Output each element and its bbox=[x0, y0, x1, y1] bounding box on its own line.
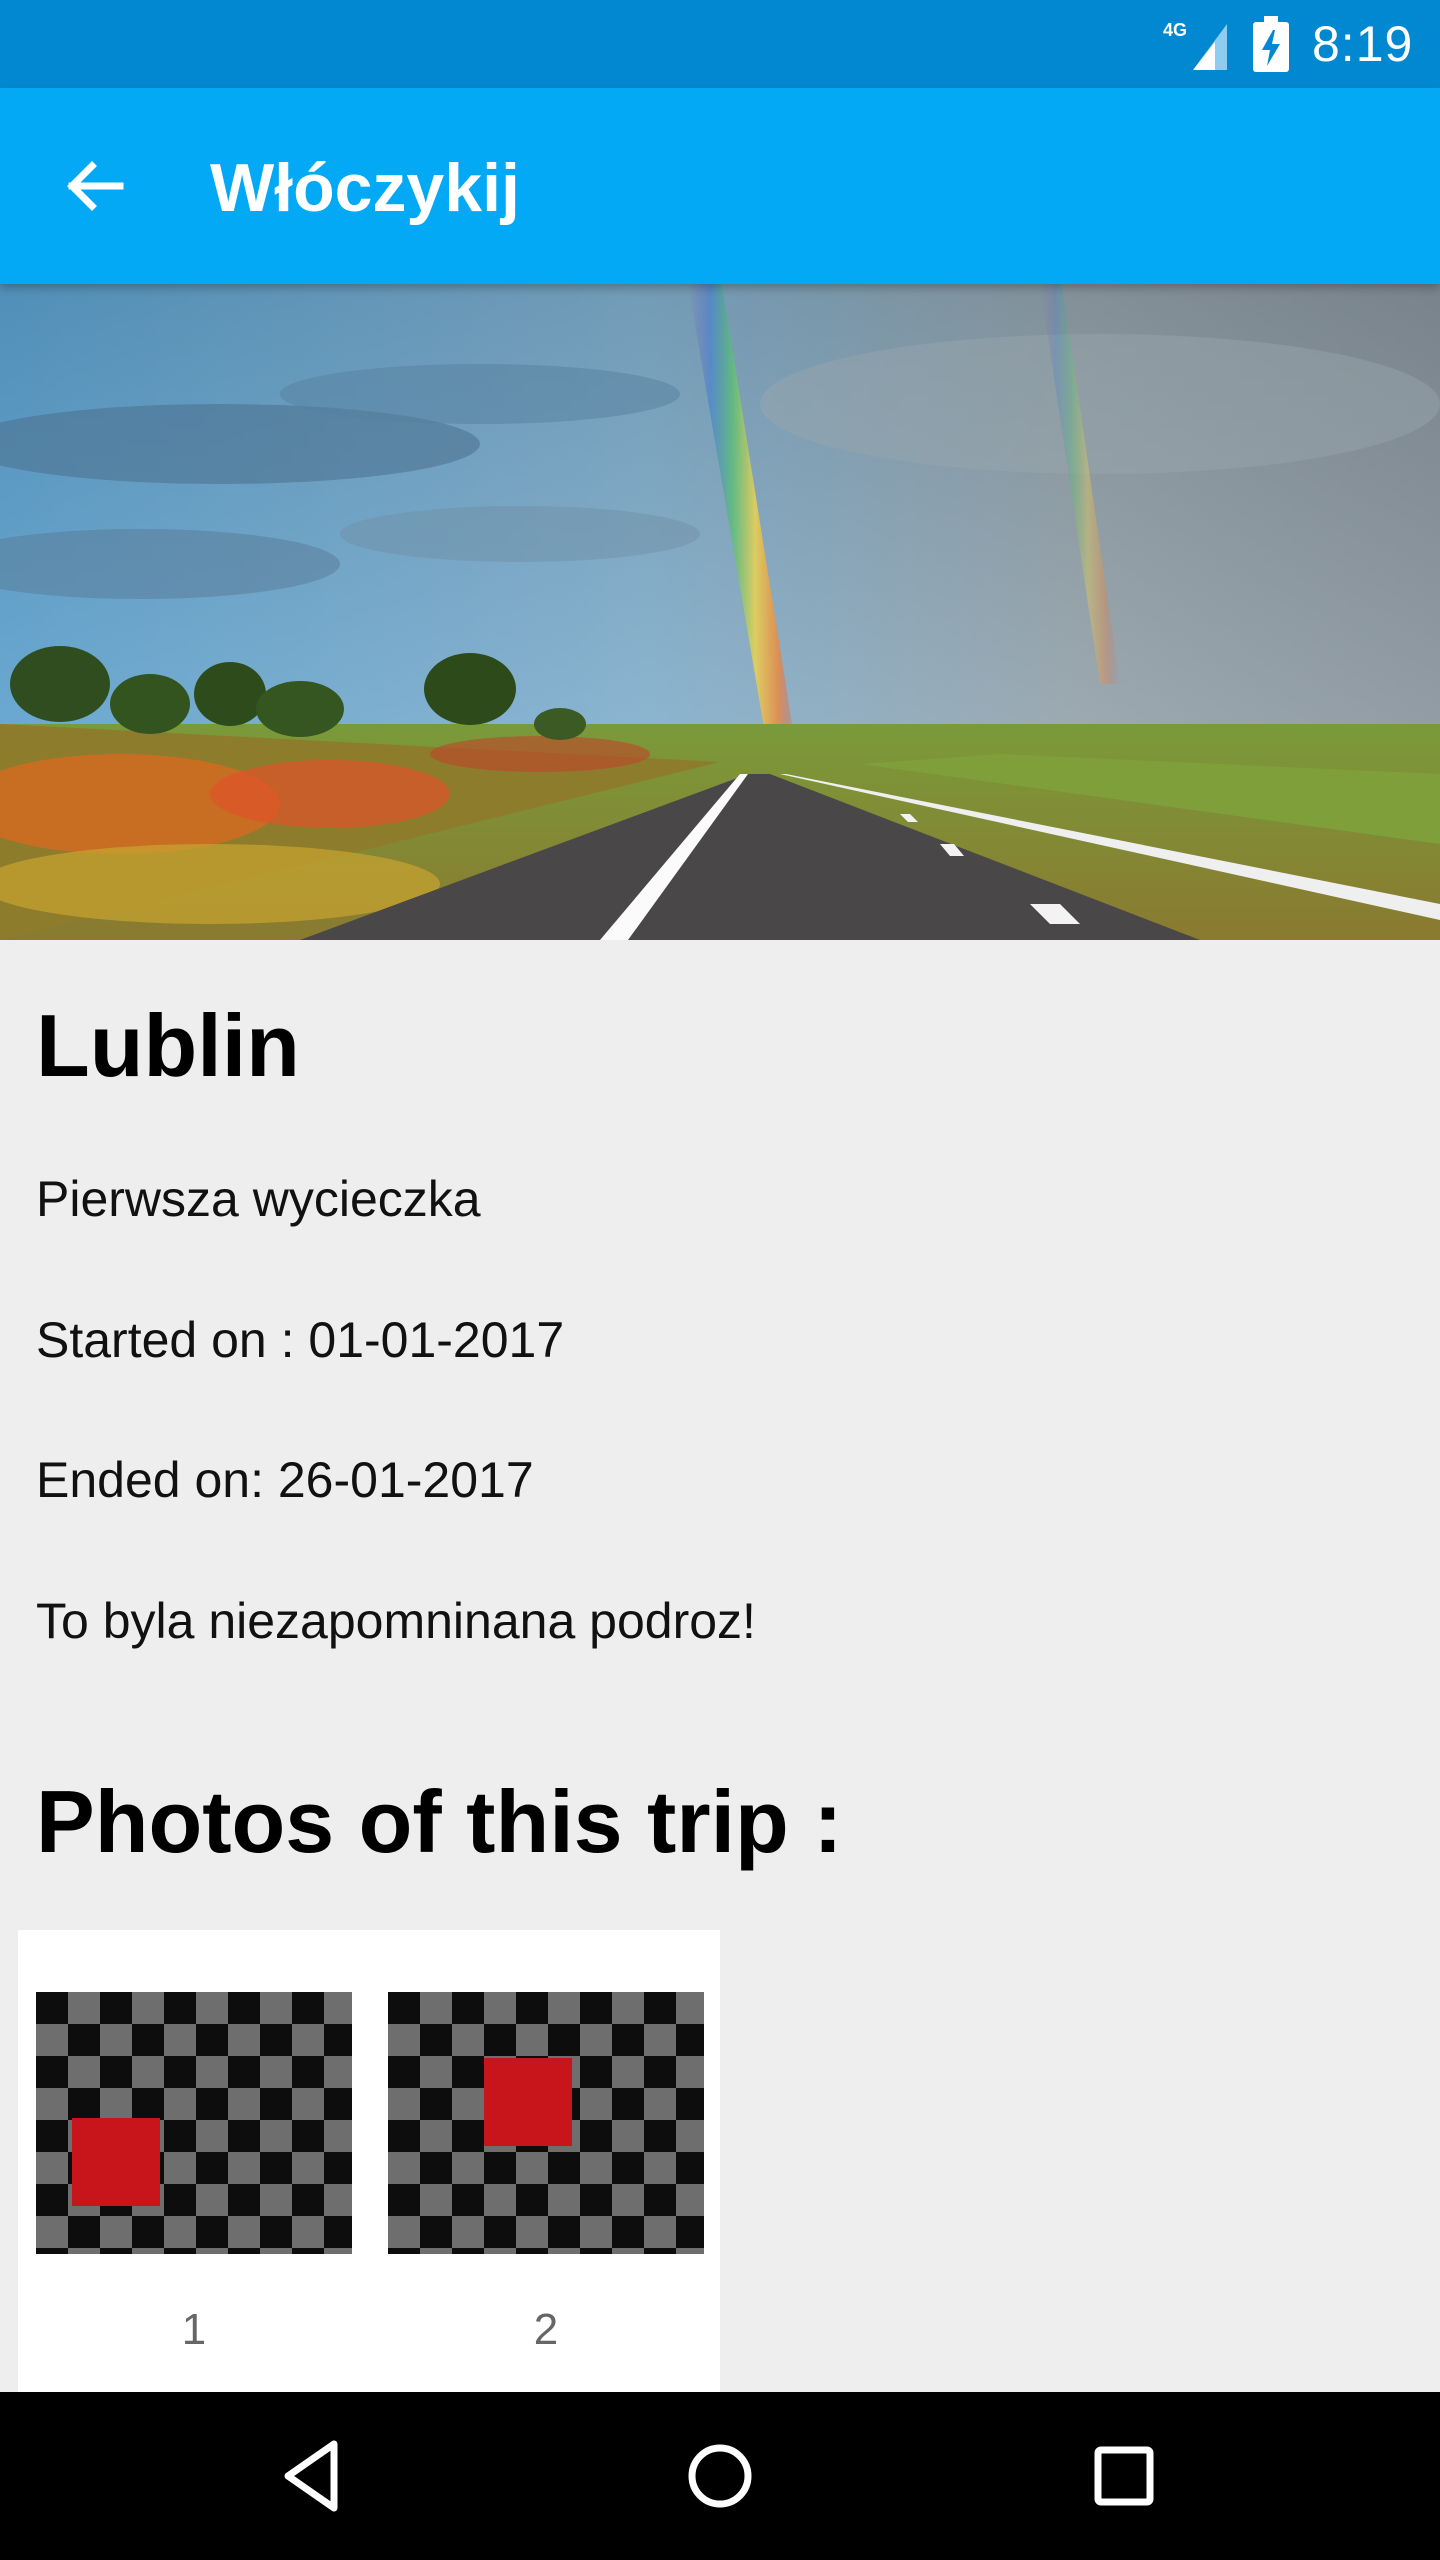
battery-charging-icon bbox=[1253, 16, 1289, 72]
photo-label: 1 bbox=[181, 2305, 207, 2354]
trip-name: Lublin bbox=[36, 996, 300, 1095]
photos-heading: Photos of this trip : bbox=[36, 1772, 843, 1871]
recents-square-icon[interactable] bbox=[1074, 2426, 1174, 2526]
arrow-back-icon[interactable] bbox=[56, 146, 136, 226]
trip-description: Pierwsza wycieczka bbox=[36, 1171, 481, 1227]
app-title: Włóczykij bbox=[210, 150, 520, 226]
svg-text:4G: 4G bbox=[1163, 20, 1187, 40]
photo-thumbnail[interactable] bbox=[36, 1992, 352, 2254]
trip-note: To byla niezapomninana podroz! bbox=[36, 1593, 756, 1649]
status-time: 8:19 bbox=[1312, 16, 1414, 72]
photo-thumbnail[interactable] bbox=[388, 1992, 704, 2254]
photo-grid: 1 2 bbox=[18, 1930, 720, 2392]
photo-label: 2 bbox=[533, 2305, 559, 2354]
trip-end-date: Ended on: 26-01-2017 bbox=[36, 1452, 534, 1508]
trip-start-date: Started on : 01-01-2017 bbox=[36, 1312, 565, 1368]
status-bar: 4G 8:19 bbox=[0, 0, 1440, 88]
navigation-bar bbox=[0, 2392, 1440, 2560]
signal-icon: 4G bbox=[1163, 20, 1227, 70]
back-triangle-icon[interactable] bbox=[266, 2426, 366, 2526]
home-circle-icon[interactable] bbox=[670, 2426, 770, 2526]
trip-cover-image bbox=[0, 284, 1440, 940]
app-bar: Włóczykij bbox=[0, 88, 1440, 284]
